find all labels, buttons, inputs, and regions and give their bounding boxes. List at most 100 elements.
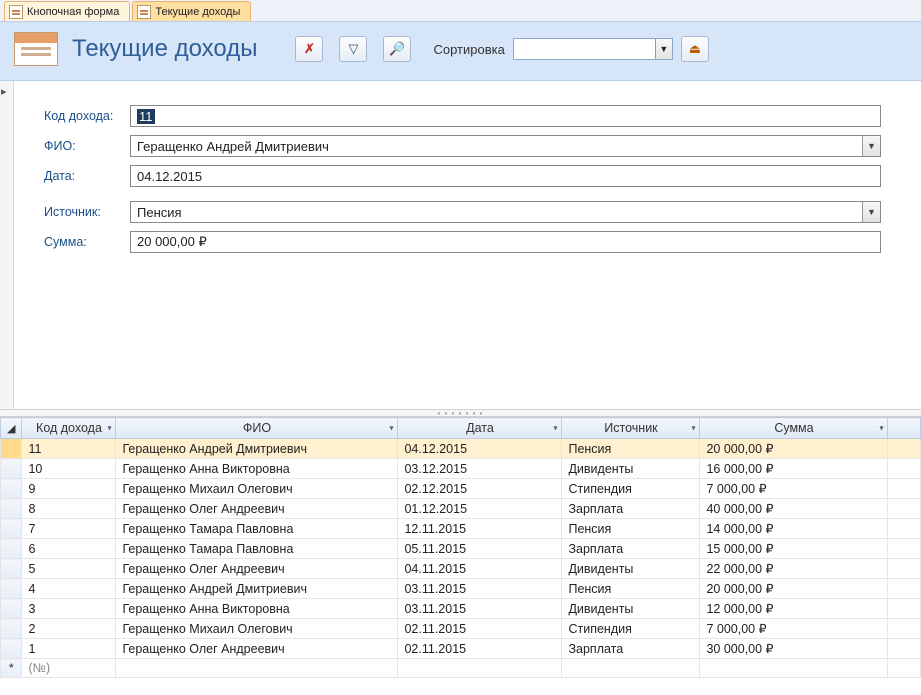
chevron-down-icon[interactable]: ▾: [879, 424, 883, 433]
table-row[interactable]: 11Геращенко Андрей Дмитриевич04.12.2015П…: [1, 439, 921, 459]
cell-id[interactable]: (№): [22, 659, 116, 678]
column-header-id[interactable]: Код дохода▾: [22, 418, 116, 439]
close-form-button[interactable]: ⏏: [681, 36, 709, 62]
split-bar[interactable]: • • • • • • •: [0, 409, 921, 417]
cell-sum[interactable]: 14 000,00 ₽: [700, 519, 888, 539]
cell-sum[interactable]: 15 000,00 ₽: [700, 539, 888, 559]
find-button[interactable]: 🔎: [383, 36, 411, 62]
row-selector[interactable]: [1, 499, 22, 519]
cell-source[interactable]: Дивиденты: [562, 459, 700, 479]
cell-source[interactable]: Зарплата: [562, 499, 700, 519]
cell-date[interactable]: 02.12.2015: [398, 479, 562, 499]
row-selector[interactable]: [1, 639, 22, 659]
cell-fio[interactable]: Геращенко Тамара Павловна: [116, 539, 398, 559]
cell-source[interactable]: Пенсия: [562, 439, 700, 459]
table-row[interactable]: 1Геращенко Олег Андреевич02.11.2015Зарпл…: [1, 639, 921, 659]
tab-button-form[interactable]: Кнопочная форма: [4, 1, 130, 21]
table-row[interactable]: 2Геращенко Михаил Олегович02.11.2015Стип…: [1, 619, 921, 639]
chevron-down-icon[interactable]: ▾: [107, 424, 111, 433]
cell-fio[interactable]: Геращенко Михаил Олегович: [116, 479, 398, 499]
cell-sum[interactable]: 7 000,00 ₽: [700, 479, 888, 499]
tab-current-income[interactable]: Текущие доходы: [132, 1, 251, 21]
cell-sum[interactable]: 20 000,00 ₽: [700, 439, 888, 459]
cell-date[interactable]: 05.11.2015: [398, 539, 562, 559]
cell-source[interactable]: Пенсия: [562, 519, 700, 539]
table-row[interactable]: 5Геращенко Олег Андреевич04.11.2015Дивид…: [1, 559, 921, 579]
cell-date[interactable]: 02.11.2015: [398, 619, 562, 639]
cell-id[interactable]: 5: [22, 559, 116, 579]
cell-sum[interactable]: 12 000,00 ₽: [700, 599, 888, 619]
field-sum[interactable]: 20 000,00 ₽: [130, 231, 881, 253]
row-selector[interactable]: [1, 579, 22, 599]
chevron-down-icon[interactable]: ▼: [862, 202, 880, 222]
cell-source[interactable]: Зарплата: [562, 539, 700, 559]
cell-sum[interactable]: 30 000,00 ₽: [700, 639, 888, 659]
cell-date[interactable]: 03.12.2015: [398, 459, 562, 479]
cell-date[interactable]: 03.11.2015: [398, 579, 562, 599]
row-selector[interactable]: [1, 479, 22, 499]
chevron-down-icon[interactable]: ▼: [655, 39, 672, 59]
field-source[interactable]: Пенсия ▼: [130, 201, 881, 223]
cell-source[interactable]: Зарплата: [562, 639, 700, 659]
table-row[interactable]: 7Геращенко Тамара Павловна12.11.2015Пенс…: [1, 519, 921, 539]
cell-date[interactable]: 03.11.2015: [398, 599, 562, 619]
cell-id[interactable]: 7: [22, 519, 116, 539]
cell-date[interactable]: 04.12.2015: [398, 439, 562, 459]
cell-date[interactable]: 01.12.2015: [398, 499, 562, 519]
table-row[interactable]: 6Геращенко Тамара Павловна05.11.2015Зарп…: [1, 539, 921, 559]
clear-filter-button[interactable]: ✗: [295, 36, 323, 62]
column-header-fio[interactable]: ФИО▾: [116, 418, 398, 439]
chevron-down-icon[interactable]: ▾: [389, 424, 393, 433]
table-row[interactable]: 4Геращенко Андрей Дмитриевич03.11.2015Пе…: [1, 579, 921, 599]
row-selector[interactable]: [1, 599, 22, 619]
row-selector[interactable]: [1, 539, 22, 559]
new-record-row[interactable]: *(№): [1, 659, 921, 678]
sort-select[interactable]: ▼: [513, 38, 673, 60]
cell-fio[interactable]: Геращенко Олег Андреевич: [116, 639, 398, 659]
table-row[interactable]: 8Геращенко Олег Андреевич01.12.2015Зарпл…: [1, 499, 921, 519]
cell-id[interactable]: 10: [22, 459, 116, 479]
cell-fio[interactable]: Геращенко Михаил Олегович: [116, 619, 398, 639]
column-header-source[interactable]: Источник▾: [562, 418, 700, 439]
cell-sum[interactable]: 7 000,00 ₽: [700, 619, 888, 639]
cell-fio[interactable]: Геращенко Анна Викторовна: [116, 599, 398, 619]
cell-date[interactable]: 12.11.2015: [398, 519, 562, 539]
cell-fio[interactable]: [116, 659, 398, 678]
select-all-corner[interactable]: ◢: [1, 418, 22, 439]
cell-id[interactable]: 9: [22, 479, 116, 499]
row-selector[interactable]: [1, 439, 22, 459]
row-selector[interactable]: [1, 559, 22, 579]
row-selector[interactable]: [1, 619, 22, 639]
cell-id[interactable]: 6: [22, 539, 116, 559]
column-header-sum[interactable]: Сумма▾: [700, 418, 888, 439]
field-id[interactable]: 11: [130, 105, 881, 127]
cell-fio[interactable]: Геращенко Андрей Дмитриевич: [116, 579, 398, 599]
table-row[interactable]: 10Геращенко Анна Викторовна03.12.2015Див…: [1, 459, 921, 479]
cell-id[interactable]: 1: [22, 639, 116, 659]
cell-id[interactable]: 8: [22, 499, 116, 519]
cell-sum[interactable]: 16 000,00 ₽: [700, 459, 888, 479]
cell-fio[interactable]: Геращенко Анна Викторовна: [116, 459, 398, 479]
new-record-marker[interactable]: *: [1, 659, 22, 678]
table-row[interactable]: 3Геращенко Анна Викторовна03.11.2015Диви…: [1, 599, 921, 619]
cell-sum[interactable]: 40 000,00 ₽: [700, 499, 888, 519]
row-selector[interactable]: [1, 519, 22, 539]
cell-id[interactable]: 3: [22, 599, 116, 619]
cell-sum[interactable]: 22 000,00 ₽: [700, 559, 888, 579]
chevron-down-icon[interactable]: ▼: [862, 136, 880, 156]
cell-sum[interactable]: 20 000,00 ₽: [700, 579, 888, 599]
row-selector[interactable]: [1, 459, 22, 479]
cell-source[interactable]: Пенсия: [562, 579, 700, 599]
cell-date[interactable]: 02.11.2015: [398, 639, 562, 659]
filter-button[interactable]: ▽: [339, 36, 367, 62]
cell-source[interactable]: [562, 659, 700, 678]
cell-source[interactable]: Стипендия: [562, 619, 700, 639]
cell-fio[interactable]: Геращенко Олег Андреевич: [116, 559, 398, 579]
cell-id[interactable]: 4: [22, 579, 116, 599]
chevron-down-icon[interactable]: ▾: [553, 424, 557, 433]
field-fio[interactable]: Геращенко Андрей Дмитриевич ▼: [130, 135, 881, 157]
cell-fio[interactable]: Геращенко Андрей Дмитриевич: [116, 439, 398, 459]
cell-sum[interactable]: [700, 659, 888, 678]
cell-date[interactable]: 04.11.2015: [398, 559, 562, 579]
cell-source[interactable]: Стипендия: [562, 479, 700, 499]
